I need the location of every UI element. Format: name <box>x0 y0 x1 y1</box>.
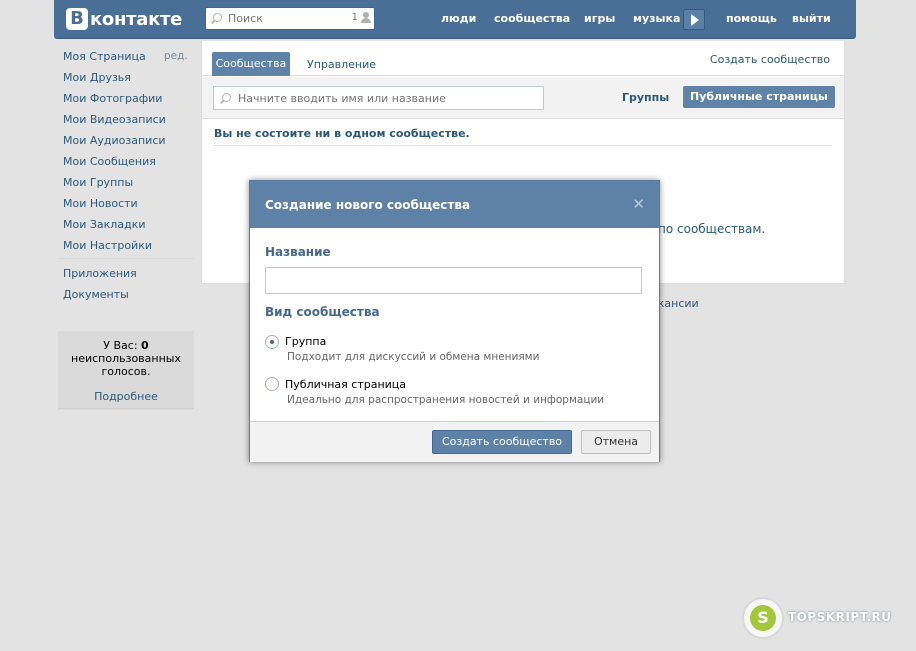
watermark-text: TOPSKRIPT.RU <box>788 610 892 624</box>
nav-logout[interactable]: выйти <box>792 12 831 25</box>
nav-help[interactable]: помощь <box>726 12 777 25</box>
menu-news[interactable]: Мои Новости <box>63 197 138 210</box>
community-search[interactable] <box>213 86 544 110</box>
menu-settings[interactable]: Мои Настройки <box>63 239 152 252</box>
close-icon[interactable]: ✕ <box>632 195 645 213</box>
top-header: В контакте 1 люди сообщества игры музыка… <box>54 0 856 39</box>
votes-more-link[interactable]: Подробнее <box>58 390 194 403</box>
menu-audio[interactable]: Мои Аудиозаписи <box>63 134 166 147</box>
behind-text[interactable]: по сообществам. <box>658 222 765 236</box>
option-public-desc: Идеально для распространения новостей и … <box>287 394 605 406</box>
menu-apps[interactable]: Приложения <box>63 267 137 280</box>
watermark-logo: S TOPSKRIPT.RU ... <box>742 592 892 642</box>
dialog-title: Создание нового сообщества <box>265 198 471 212</box>
menu-photos[interactable]: Мои Фотографии <box>63 92 162 105</box>
filter-public-pages[interactable]: Публичные страницы <box>683 86 835 108</box>
nav-communities[interactable]: сообщества <box>494 12 570 25</box>
community-search-input[interactable] <box>238 91 538 106</box>
main-divider <box>214 145 832 146</box>
cancel-button[interactable]: Отмена <box>581 430 651 454</box>
menu-bookmarks[interactable]: Мои Закладки <box>63 218 145 231</box>
watermark-s-icon: S <box>750 605 776 631</box>
tab-manage[interactable]: Управление <box>307 58 376 71</box>
menu-videos[interactable]: Мои Видеозаписи <box>63 113 166 126</box>
menu-my-page[interactable]: Моя Страница <box>63 50 146 63</box>
menu-messages[interactable]: Мои Сообщения <box>63 155 156 168</box>
empty-message: Вы не состоите ни в одном сообществе. <box>214 127 470 140</box>
name-label: Название <box>265 245 331 259</box>
filter-bar: Группы Публичные страницы <box>202 77 844 119</box>
option-public-label[interactable]: Публичная страница <box>285 378 406 391</box>
community-name-field[interactable] <box>265 267 642 294</box>
votes-box: У Вас: 0 неиспользованных голосов. Подроб… <box>58 331 194 410</box>
menu-friends[interactable]: Мои Друзья <box>63 71 131 84</box>
top-nav: люди сообщества игры музыка помощь выйти <box>54 0 856 39</box>
votes-divider <box>58 408 194 409</box>
option-group-desc: Подходит для дискуссий и обмена мнениями <box>287 351 540 363</box>
watermark-badge: S <box>742 597 784 639</box>
radio-public-page[interactable] <box>265 377 279 391</box>
create-community-dialog: Создание нового сообщества ✕ Название Ви… <box>249 180 660 462</box>
tabs-bar: Сообщества Управление Создать сообщество <box>202 41 844 76</box>
dialog-header: Создание нового сообщества ✕ <box>250 181 659 228</box>
nav-people[interactable]: люди <box>441 12 476 25</box>
radio-group[interactable] <box>265 335 279 349</box>
tab-communities[interactable]: Сообщества <box>212 52 290 76</box>
play-icon[interactable] <box>683 9 705 30</box>
watermark-subtext: ... <box>788 623 793 629</box>
nav-music[interactable]: музыка <box>633 12 680 25</box>
votes-count: 0 <box>141 339 149 352</box>
option-group-label[interactable]: Группа <box>285 335 326 348</box>
menu-divider <box>58 258 194 259</box>
search-icon <box>222 93 231 102</box>
create-community-button[interactable]: Создать сообщество <box>432 430 572 454</box>
menu-edit-link[interactable]: ред. <box>164 50 188 62</box>
menu-groups[interactable]: Мои Группы <box>63 176 133 189</box>
type-label: Вид сообщества <box>265 305 380 319</box>
filter-groups[interactable]: Группы <box>622 91 669 104</box>
create-community-link[interactable]: Создать сообщество <box>710 53 830 66</box>
nav-games[interactable]: игры <box>584 12 615 25</box>
menu-documents[interactable]: Документы <box>63 288 129 301</box>
dialog-footer: Создать сообщество Отмена <box>250 421 659 462</box>
votes-text: У Вас: 0 неиспользованных голосов. <box>71 339 181 378</box>
